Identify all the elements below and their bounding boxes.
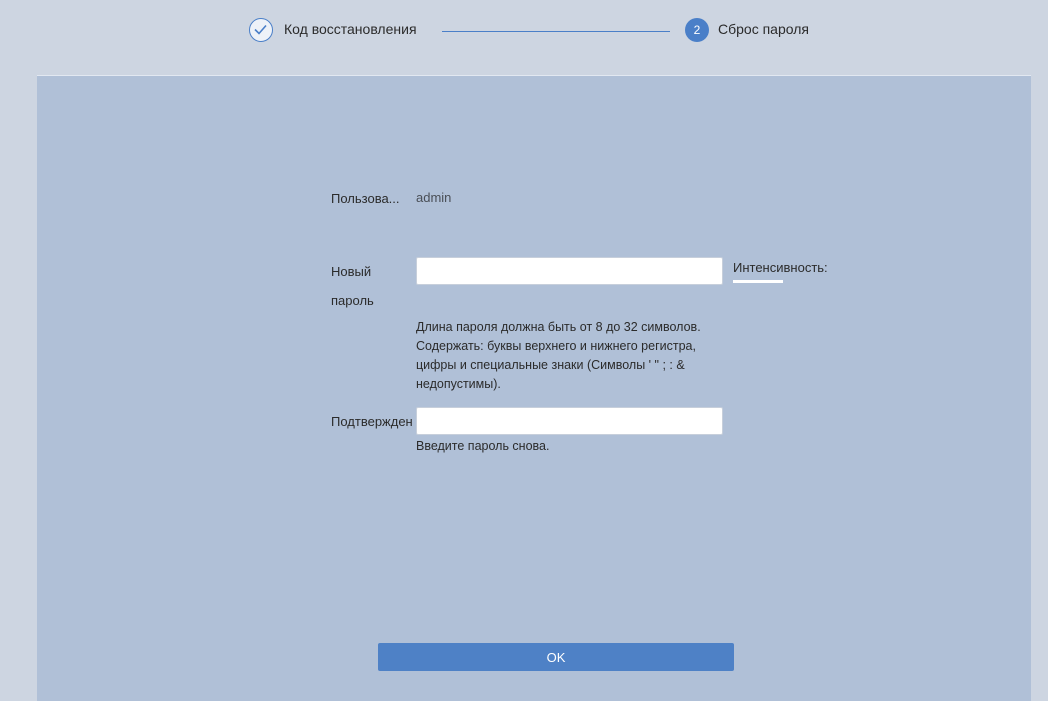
- step-reset-password-label: Сброс пароля: [718, 21, 809, 37]
- new-password-input[interactable]: [416, 257, 723, 285]
- strength-meter: [733, 280, 783, 283]
- step-number-badge: 2: [685, 18, 709, 42]
- new-password-label-line2: пароль: [331, 293, 374, 308]
- strength-label: Интенсивность:: [733, 260, 828, 275]
- step-connector-line: [442, 31, 670, 32]
- confirm-password-input[interactable]: [416, 407, 723, 435]
- check-circle-icon: [249, 18, 273, 42]
- password-rules-hint: Длина пароля должна быть от 8 до 32 симв…: [416, 320, 701, 391]
- user-value: admin: [416, 190, 452, 205]
- ok-button[interactable]: OK: [378, 643, 734, 671]
- step-recovery-code-label: Код восстановления: [284, 21, 417, 37]
- confirm-password-hint: Введите пароль снова.: [416, 439, 550, 453]
- new-password-label-line1: Новый: [331, 264, 372, 279]
- wizard-steps: Код восстановления 2 Сброс пароля: [0, 0, 1048, 62]
- confirm-password-label: Подтвержден: [331, 414, 413, 429]
- user-label: Пользова...: [331, 191, 400, 206]
